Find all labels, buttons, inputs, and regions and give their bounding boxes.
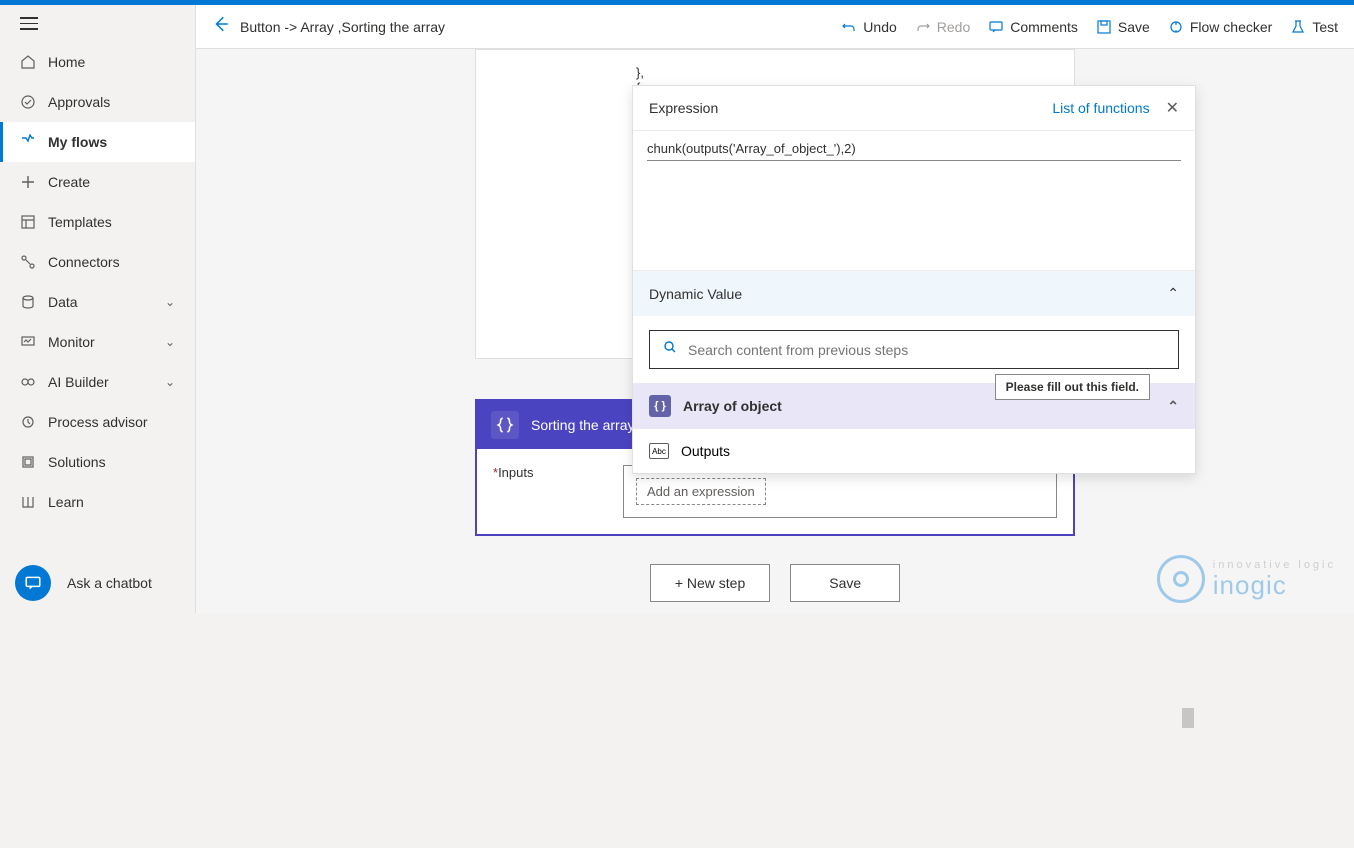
sidebar-item-connectors[interactable]: Connectors	[0, 242, 195, 282]
solutions-icon	[20, 454, 36, 470]
sidebar-item-label: Approvals	[48, 94, 110, 110]
sidebar-item-label: Connectors	[48, 254, 120, 270]
expression-chip[interactable]: Add an expression	[636, 478, 766, 505]
back-arrow[interactable]	[212, 15, 240, 38]
ask-chatbot-label: Ask a chatbot	[67, 575, 152, 591]
sidebar-item-approvals[interactable]: Approvals	[0, 82, 195, 122]
close-icon[interactable]: ✕	[1166, 98, 1179, 118]
dynamic-value-header[interactable]: Dynamic Value ⌃	[633, 271, 1195, 316]
expression-input[interactable]: chunk(outputs('Array_of_object_'),2)	[633, 131, 1195, 271]
templates-icon	[20, 214, 36, 230]
sidebar-item-data[interactable]: Data ⌄	[0, 282, 195, 322]
sidebar-item-learn[interactable]: Learn	[0, 482, 195, 522]
sidebar-item-label: Create	[48, 174, 90, 190]
sidebar-item-ai-builder[interactable]: AI Builder ⌄	[0, 362, 195, 402]
sidebar-item-label: Solutions	[48, 454, 106, 470]
approvals-icon	[20, 94, 36, 110]
test-icon	[1290, 19, 1306, 35]
braces-icon: { }	[649, 395, 671, 417]
sidebar-item-label: Monitor	[48, 334, 95, 350]
search-icon	[662, 339, 678, 360]
undo-button[interactable]: Undo	[841, 19, 896, 35]
data-icon	[20, 294, 36, 310]
redo-button[interactable]: Redo	[915, 19, 970, 35]
sidebar-item-label: Templates	[48, 214, 112, 230]
hamburger-menu[interactable]	[0, 5, 195, 42]
search-input[interactable]	[649, 330, 1179, 369]
plus-icon	[20, 174, 36, 190]
step-title: Sorting the array	[531, 417, 635, 433]
connectors-icon	[20, 254, 36, 270]
expression-panel: Expression List of functions ✕ chunk(out…	[632, 85, 1196, 474]
sidebar-item-home[interactable]: Home	[0, 42, 195, 82]
chevron-up-icon: ⌃	[1167, 285, 1179, 302]
chevron-up-icon: ⌃	[1167, 398, 1179, 415]
home-icon	[20, 54, 36, 70]
scrollbar[interactable]	[1181, 666, 1195, 848]
canvas-save-button[interactable]: Save	[790, 564, 900, 602]
validation-tooltip: Please fill out this field.	[995, 374, 1150, 400]
sidebar-item-process-advisor[interactable]: Process advisor	[0, 402, 195, 442]
redo-icon	[915, 19, 931, 35]
flow-checker-button[interactable]: Flow checker	[1168, 19, 1272, 35]
expression-title: Expression	[649, 100, 718, 116]
learn-icon	[20, 494, 36, 510]
array-of-object-section[interactable]: { } Array of object ⌃ Please fill out th…	[633, 383, 1195, 429]
undo-icon	[841, 19, 857, 35]
sidebar-item-monitor[interactable]: Monitor ⌄	[0, 322, 195, 362]
inputs-label: *Inputs	[493, 465, 623, 480]
flows-icon	[20, 134, 36, 150]
new-step-button[interactable]: + New step	[650, 564, 770, 602]
sidebar-item-solutions[interactable]: Solutions	[0, 442, 195, 482]
header-bar: Button -> Array ,Sorting the array Undo …	[196, 5, 1354, 49]
sidebar-item-label: Learn	[48, 494, 84, 510]
hamburger-icon	[20, 17, 38, 30]
watermark: innovative logic inogic	[1157, 555, 1336, 603]
sidebar-item-my-flows[interactable]: My flows	[0, 122, 195, 162]
process-icon	[20, 414, 36, 430]
test-button[interactable]: Test	[1290, 19, 1338, 35]
save-icon	[1096, 19, 1112, 35]
ai-icon	[20, 374, 36, 390]
save-button[interactable]: Save	[1096, 19, 1150, 35]
outputs-item[interactable]: Abc Outputs	[633, 429, 1195, 473]
ask-chatbot-button[interactable]: Ask a chatbot	[15, 565, 152, 601]
abc-icon: Abc	[649, 443, 669, 459]
chevron-down-icon: ⌄	[165, 295, 175, 309]
sidebar-item-templates[interactable]: Templates	[0, 202, 195, 242]
sidebar-item-label: Process advisor	[48, 414, 148, 430]
chevron-down-icon: ⌄	[165, 375, 175, 389]
sidebar-item-label: AI Builder	[48, 374, 109, 390]
sidebar-item-label: Data	[48, 294, 78, 310]
comments-icon	[988, 19, 1004, 35]
checker-icon	[1168, 19, 1184, 35]
sidebar: Home Approvals My flows Create Templates…	[0, 5, 196, 613]
sidebar-item-label: Home	[48, 54, 85, 70]
monitor-icon	[20, 334, 36, 350]
breadcrumb: Button -> Array ,Sorting the array	[240, 19, 445, 35]
chevron-down-icon: ⌄	[165, 335, 175, 349]
comments-button[interactable]: Comments	[988, 19, 1078, 35]
sidebar-item-create[interactable]: Create	[0, 162, 195, 202]
sidebar-item-label: My flows	[48, 134, 107, 150]
braces-icon	[491, 411, 519, 439]
list-functions-link[interactable]: List of functions	[1052, 100, 1149, 116]
chatbot-icon	[15, 565, 51, 601]
